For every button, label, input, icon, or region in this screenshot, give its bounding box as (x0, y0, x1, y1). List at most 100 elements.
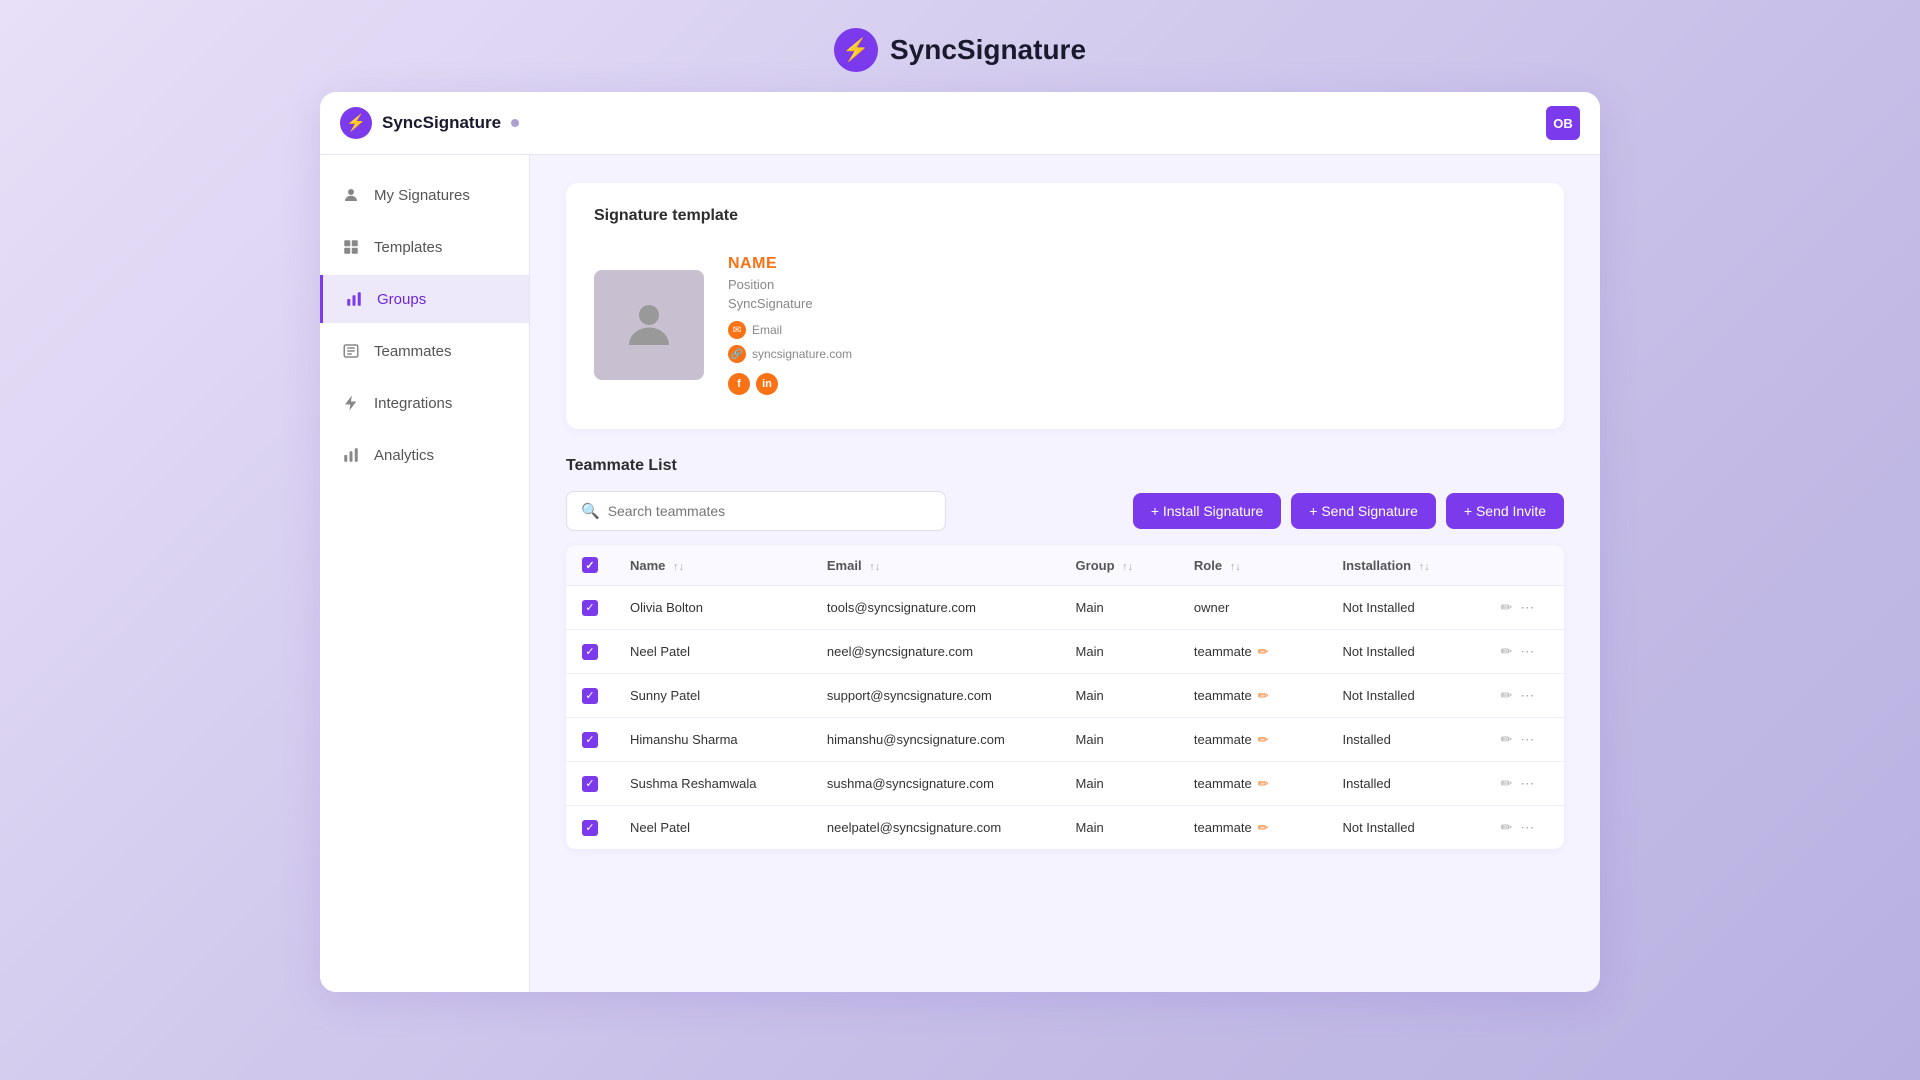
table-row: ✓ Olivia Bolton tools@syncsignature.com … (566, 586, 1564, 630)
list-toolbar: 🔍 + Install Signature + Send Signature +… (566, 491, 1564, 531)
row-group-1: Main (1060, 586, 1178, 630)
signature-info: NAME Position SyncSignature ✉ Email 🔗 sy… (728, 255, 852, 395)
row-name-4: Himanshu Sharma (614, 718, 811, 762)
email-icon: ✉ (728, 321, 746, 339)
more-icon-4[interactable]: ⋯ (1520, 731, 1534, 748)
row-installation-5: Installed (1326, 762, 1484, 806)
row-actions-5: ✏ ⋯ (1484, 762, 1564, 806)
signature-email-label: Email (752, 323, 782, 337)
app-brand-name: SyncSignature (382, 113, 501, 133)
sidebar-label-integrations: Integrations (374, 395, 452, 412)
signature-preview: NAME Position SyncSignature ✉ Email 🔗 sy… (594, 245, 1536, 405)
lightning-icon (340, 392, 362, 414)
app-titlebar: ⚡ SyncSignature OB (320, 92, 1600, 155)
row-checkbox-6[interactable]: ✓ (582, 820, 598, 836)
row-checkbox-5[interactable]: ✓ (582, 776, 598, 792)
signature-email-row: ✉ Email (728, 321, 852, 339)
row-name-5: Sushma Reshamwala (614, 762, 811, 806)
linkedin-icon: in (756, 373, 778, 395)
send-invite-button[interactable]: + Send Invite (1446, 493, 1564, 529)
more-icon-6[interactable]: ⋯ (1520, 819, 1534, 836)
sidebar: My Signatures Templates Groups Teammates (320, 155, 530, 992)
edit-icon-4[interactable]: ✏ (1500, 731, 1512, 748)
signature-avatar-placeholder (594, 270, 704, 380)
more-icon-2[interactable]: ⋯ (1520, 643, 1534, 660)
edit-icon-2[interactable]: ✏ (1500, 643, 1512, 660)
website-icon: 🔗 (728, 345, 746, 363)
sidebar-label-templates: Templates (374, 239, 442, 256)
table-body: ✓ Olivia Bolton tools@syncsignature.com … (566, 586, 1564, 850)
name-sort-icon[interactable]: ↑↓ (673, 561, 684, 573)
row-group-3: Main (1060, 674, 1178, 718)
role-sort-icon[interactable]: ↑↓ (1230, 561, 1241, 573)
row-installation-2: Not Installed (1326, 630, 1484, 674)
analytics-icon (340, 444, 362, 466)
sidebar-item-integrations[interactable]: Integrations (320, 379, 529, 427)
action-buttons: + Install Signature + Send Signature + S… (1133, 493, 1564, 529)
install-signature-button[interactable]: + Install Signature (1133, 493, 1281, 529)
edit-icon-1[interactable]: ✏ (1500, 599, 1512, 616)
edit-role-icon-4[interactable]: ✏ (1258, 732, 1269, 748)
user-avatar[interactable]: OB (1546, 106, 1580, 140)
edit-icon-5[interactable]: ✏ (1500, 775, 1512, 792)
search-input[interactable] (608, 503, 931, 519)
sidebar-label-groups: Groups (377, 291, 426, 308)
app-body: My Signatures Templates Groups Teammates (320, 155, 1600, 992)
row-role-2: teammate ✏ (1178, 630, 1327, 674)
th-group: Group ↑↓ (1060, 545, 1178, 586)
sidebar-item-templates[interactable]: Templates (320, 223, 529, 271)
sidebar-item-analytics[interactable]: Analytics (320, 431, 529, 479)
th-actions (1484, 545, 1564, 586)
app-titlebar-left: ⚡ SyncSignature (340, 107, 519, 139)
more-icon-5[interactable]: ⋯ (1520, 775, 1534, 792)
edit-icon-6[interactable]: ✏ (1500, 819, 1512, 836)
edit-role-icon-6[interactable]: ✏ (1258, 820, 1269, 836)
installation-sort-icon[interactable]: ↑↓ (1419, 561, 1430, 573)
row-installation-3: Not Installed (1326, 674, 1484, 718)
row-checkbox-2[interactable]: ✓ (582, 644, 598, 660)
edit-role-icon-2[interactable]: ✏ (1258, 644, 1269, 660)
edit-icon-3[interactable]: ✏ (1500, 687, 1512, 704)
email-sort-icon[interactable]: ↑↓ (869, 561, 880, 573)
row-check-cell: ✓ (566, 630, 614, 674)
edit-role-icon-5[interactable]: ✏ (1258, 776, 1269, 792)
row-role-4: teammate ✏ (1178, 718, 1327, 762)
grid-icon (340, 236, 362, 258)
person-icon (340, 184, 362, 206)
top-header: ⚡ SyncSignature (0, 0, 1920, 92)
teammate-list-section: Teammate List 🔍 + Install Signature + Se… (566, 457, 1564, 849)
table-row: ✓ Sushma Reshamwala sushma@syncsignature… (566, 762, 1564, 806)
sidebar-item-my-signatures[interactable]: My Signatures (320, 171, 529, 219)
signature-template-card: Signature template NAME Position SyncSig… (566, 183, 1564, 429)
th-installation: Installation ↑↓ (1326, 545, 1484, 586)
row-group-2: Main (1060, 630, 1178, 674)
more-icon-3[interactable]: ⋯ (1520, 687, 1534, 704)
group-sort-icon[interactable]: ↑↓ (1122, 561, 1133, 573)
sidebar-item-teammates[interactable]: Teammates (320, 327, 529, 375)
signature-social-row: f in (728, 373, 852, 395)
row-check-cell: ✓ (566, 674, 614, 718)
list-icon (340, 340, 362, 362)
main-content: Signature template NAME Position SyncSig… (530, 155, 1600, 992)
th-email: Email ↑↓ (811, 545, 1060, 586)
row-checkbox-1[interactable]: ✓ (582, 600, 598, 616)
sidebar-label-analytics: Analytics (374, 447, 434, 464)
row-actions-1: ✏ ⋯ (1484, 586, 1564, 630)
row-installation-4: Installed (1326, 718, 1484, 762)
row-check-cell: ✓ (566, 718, 614, 762)
th-name: Name ↑↓ (614, 545, 811, 586)
signature-position: Position (728, 277, 852, 292)
sidebar-item-groups[interactable]: Groups (320, 275, 529, 323)
app-brand-icon: ⚡ (340, 107, 372, 139)
more-icon-1[interactable]: ⋯ (1520, 599, 1534, 616)
row-checkbox-4[interactable]: ✓ (582, 732, 598, 748)
row-checkbox-3[interactable]: ✓ (582, 688, 598, 704)
edit-role-icon-3[interactable]: ✏ (1258, 688, 1269, 704)
top-logo-text: SyncSignature (890, 34, 1086, 66)
select-all-checkbox[interactable]: ✓ (582, 557, 598, 573)
row-installation-6: Not Installed (1326, 806, 1484, 850)
signature-name: NAME (728, 255, 852, 273)
search-icon: 🔍 (581, 502, 600, 520)
table-row: ✓ Neel Patel neel@syncsignature.com Main… (566, 630, 1564, 674)
send-signature-button[interactable]: + Send Signature (1291, 493, 1436, 529)
